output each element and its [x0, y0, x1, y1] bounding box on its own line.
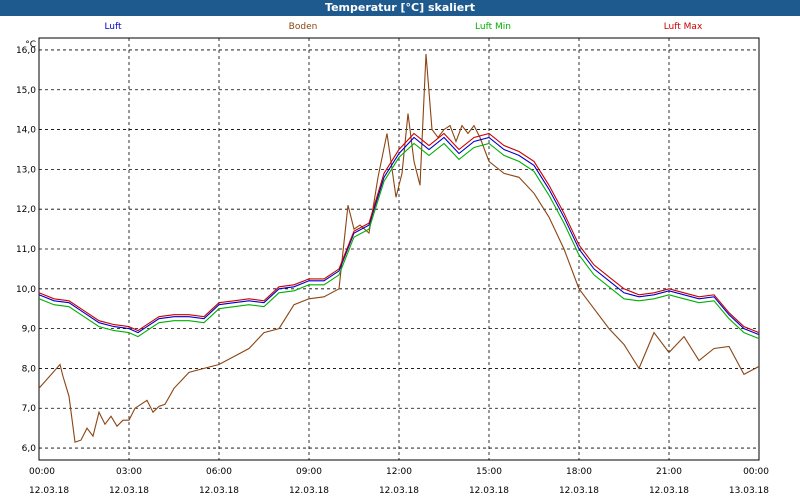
- y-tick-label: 13,0: [16, 165, 36, 175]
- y-tick-label: 11,0: [16, 245, 36, 255]
- x-tick-date: 12.03.18: [289, 486, 329, 496]
- y-tick-label: 12,0: [16, 205, 36, 215]
- x-tick-time: 00:00: [743, 467, 769, 477]
- legend-entry: Boden: [289, 22, 318, 32]
- chart-window: Temperatur [°C] skaliert 6,0 7,0 8,0 9,0 10,…: [0, 0, 800, 500]
- x-tick-date: 13.03.18: [729, 486, 769, 496]
- x-tick-time: 15:00: [476, 467, 502, 477]
- y-tick-label: 9,0: [22, 325, 37, 335]
- x-tick-date: 12.03.18: [469, 486, 509, 496]
- x-tick-time: 12:00: [386, 467, 412, 477]
- y-tick-label: 15,0: [16, 86, 36, 96]
- y-tick-label: 7,0: [22, 404, 37, 414]
- y-axis-label: °C: [25, 40, 36, 50]
- y-tick-label: 10,0: [16, 285, 36, 295]
- legend-entry: Luft Max: [664, 22, 703, 32]
- y-tick-label: 14,0: [16, 126, 36, 136]
- x-tick-time: 06:00: [206, 467, 232, 477]
- x-tick-date: 12.03.18: [29, 486, 69, 496]
- x-tick-time: 18:00: [566, 467, 592, 477]
- legend-entry: Luft Min: [475, 22, 511, 32]
- x-tick-date: 12.03.18: [109, 486, 149, 496]
- temperature-chart: 6,07,08,09,010,011,012,013,014,015,016,0…: [16, 22, 769, 496]
- y-tick-label: 6,0: [22, 444, 37, 454]
- x-tick-time: 00:00: [29, 467, 55, 477]
- x-tick-date: 12.03.18: [199, 486, 239, 496]
- x-tick-time: 21:00: [656, 467, 682, 477]
- x-tick-time: 09:00: [296, 467, 322, 477]
- x-tick-date: 12.03.18: [559, 486, 599, 496]
- y-tick-label: 8,0: [22, 364, 37, 374]
- x-tick-date: 12.03.18: [379, 486, 419, 496]
- legend-entry: Luft: [104, 22, 122, 32]
- x-tick-time: 03:00: [116, 467, 142, 477]
- x-tick-date: 12.03.18: [649, 486, 689, 496]
- chart-title: Temperatur [°C] skaliert: [0, 0, 800, 16]
